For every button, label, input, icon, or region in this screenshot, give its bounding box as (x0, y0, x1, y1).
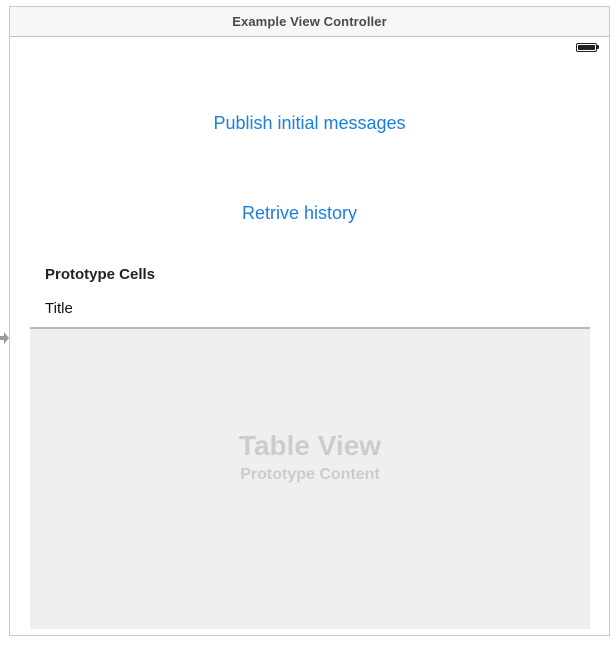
battery-icon (576, 42, 600, 52)
prototype-cell[interactable]: Title (30, 292, 590, 328)
scene-title: Example View Controller (232, 14, 387, 29)
table-view-placeholder-title: Table View (238, 430, 382, 461)
retrieve-history-button[interactable]: Retrive history (0, 203, 599, 224)
publish-initial-messages-button[interactable]: Publish initial messages (10, 113, 609, 134)
table-view-placeholder-subtitle: Prototype Content (240, 466, 380, 483)
scene-title-bar[interactable]: Example View Controller (9, 6, 610, 37)
cell-title-label: Title (45, 300, 73, 317)
entry-point-arrow-icon[interactable] (0, 331, 9, 345)
table-view[interactable]: Table View Prototype Content (30, 329, 590, 629)
storyboard-canvas: Example View Controller Publish initial … (0, 0, 616, 648)
prototype-cells-header: Prototype Cells (45, 266, 156, 283)
